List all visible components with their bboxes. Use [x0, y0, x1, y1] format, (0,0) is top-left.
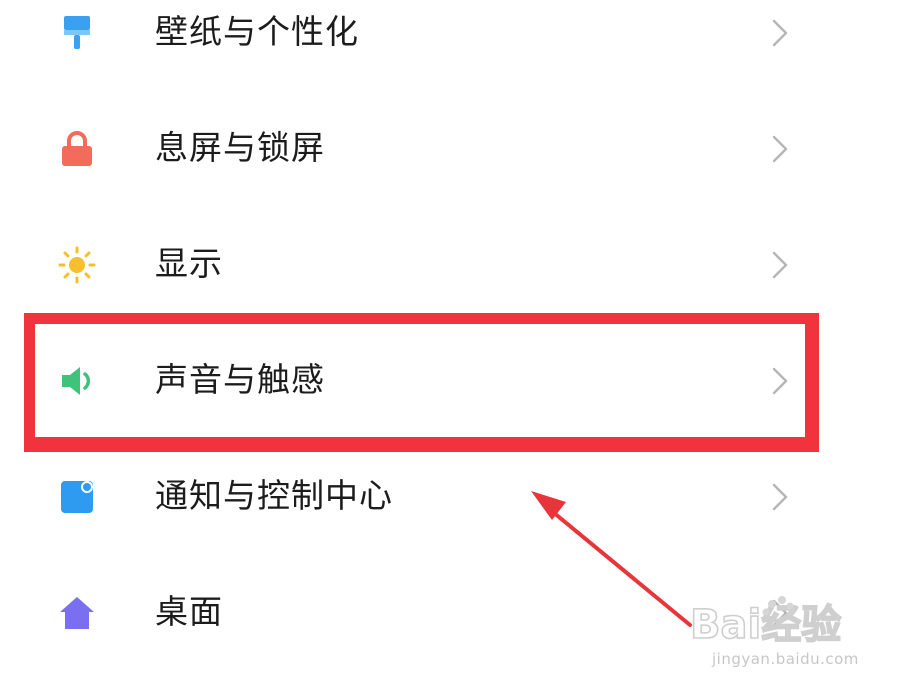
settings-item-lockscreen[interactable]: 息屏与锁屏 — [0, 98, 901, 198]
settings-item-desktop[interactable]: 桌面 — [0, 562, 901, 662]
speaker-icon — [58, 362, 96, 400]
sun-icon — [58, 246, 96, 284]
settings-item-display[interactable]: 显示 — [0, 214, 901, 314]
chevron-right-icon — [768, 17, 792, 49]
notification-icon — [58, 478, 96, 516]
lock-icon — [58, 130, 96, 168]
chevron-right-icon — [768, 597, 792, 629]
settings-item-label: 声音与触感 — [155, 360, 325, 399]
settings-item-notifications[interactable]: 通知与控制中心 — [0, 446, 901, 546]
home-icon — [58, 594, 96, 632]
chevron-right-icon — [768, 249, 792, 281]
paint-brush-icon — [58, 14, 96, 52]
settings-screen: 壁纸与个性化 息屏与锁屏 显示 声音与触感 通知与控制中心 桌面 Bai经验 j… — [0, 0, 901, 694]
settings-item-label: 桌面 — [155, 592, 223, 631]
chevron-right-icon — [768, 133, 792, 165]
chevron-right-icon — [768, 365, 792, 397]
chevron-right-icon — [768, 481, 792, 513]
settings-item-label: 息屏与锁屏 — [155, 128, 325, 167]
settings-item-label: 通知与控制中心 — [155, 476, 393, 515]
settings-item-label: 壁纸与个性化 — [155, 12, 359, 51]
settings-item-sound[interactable]: 声音与触感 — [0, 330, 901, 430]
settings-item-label: 显示 — [155, 244, 223, 283]
settings-item-wallpaper[interactable]: 壁纸与个性化 — [0, 0, 901, 82]
